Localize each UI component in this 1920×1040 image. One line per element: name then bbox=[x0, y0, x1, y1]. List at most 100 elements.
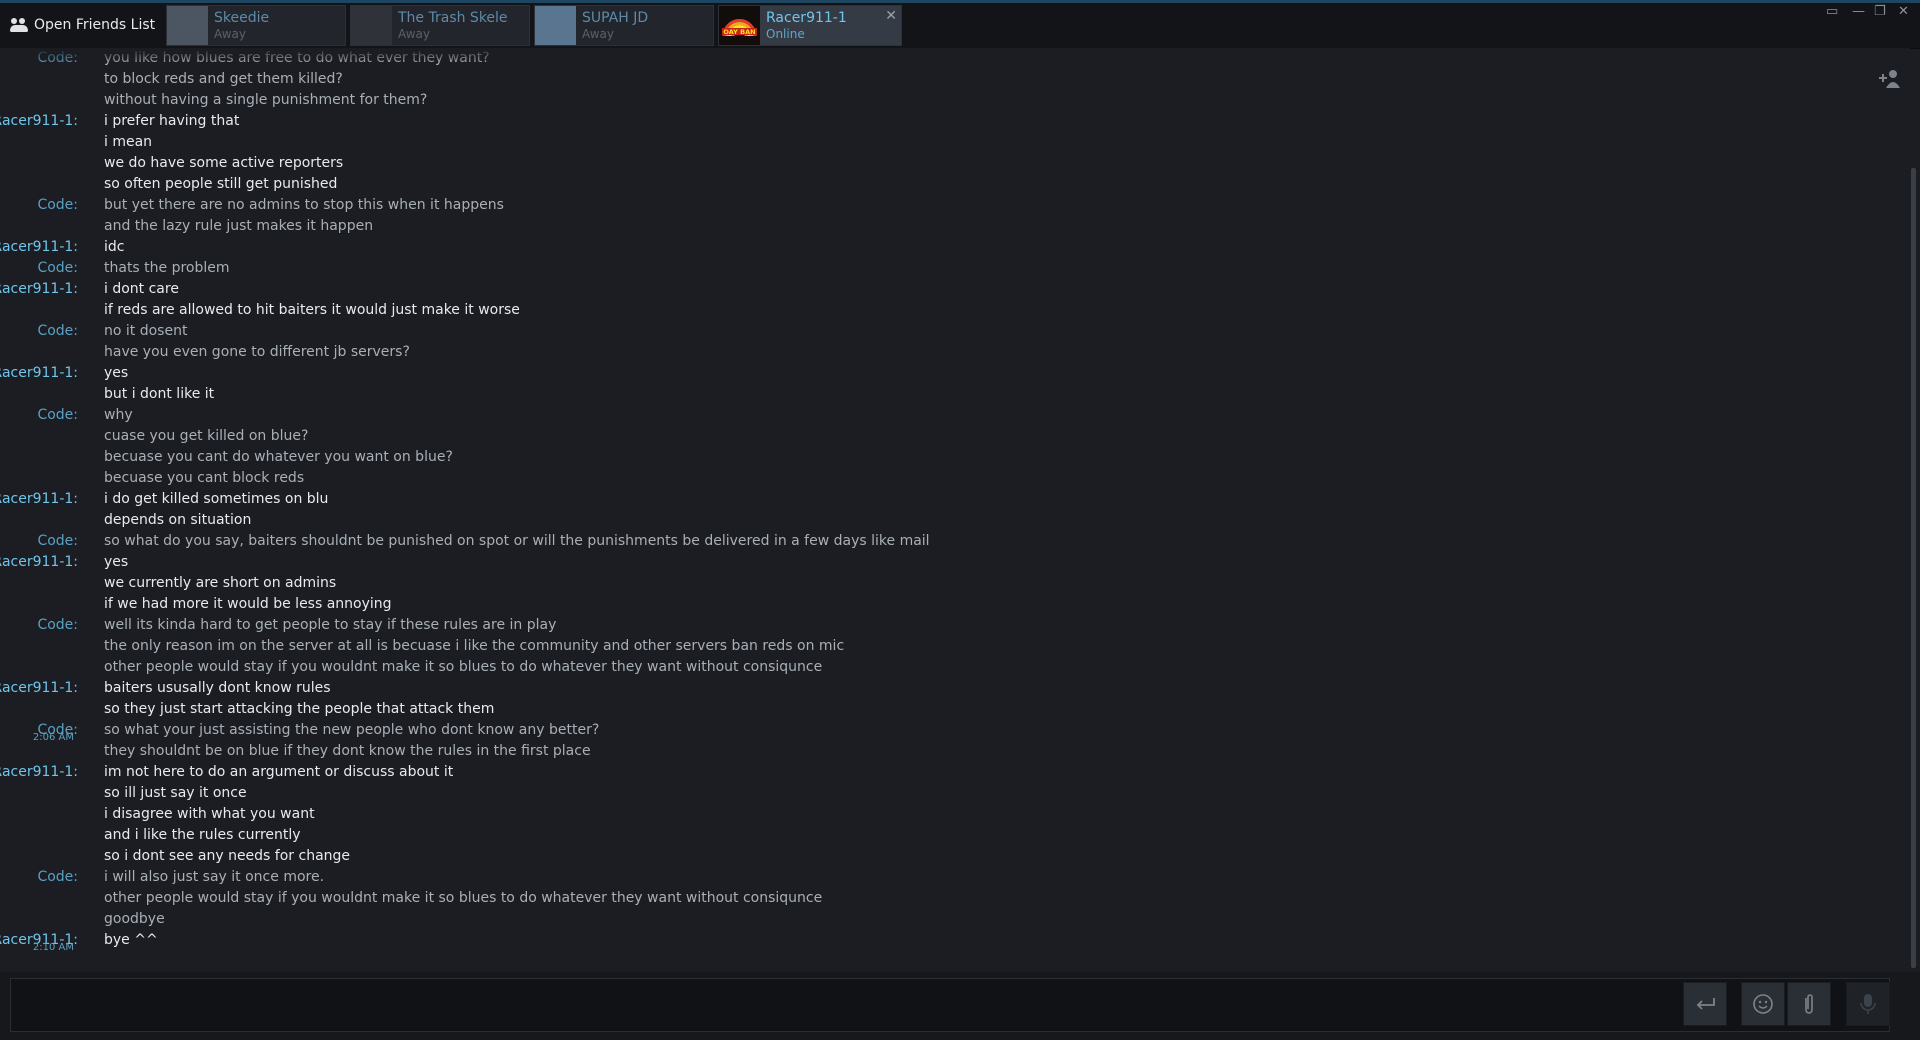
chat-message-row: so they just start attacking the people … bbox=[0, 699, 1900, 720]
tab-name: Racer911-1 bbox=[766, 10, 847, 26]
chat-message-row: Code: why bbox=[0, 405, 1900, 426]
message-text: goodbye bbox=[104, 911, 165, 927]
message-sender: Racer911-1: bbox=[0, 113, 78, 129]
avatar bbox=[167, 6, 208, 45]
paperclip-icon bbox=[1805, 994, 1813, 1014]
chat-message-row: becuase you cant do whatever you want on… bbox=[0, 447, 1900, 468]
chat-message-row: depends on situation bbox=[0, 510, 1900, 531]
message-text: i do get killed sometimes on blu bbox=[104, 491, 329, 507]
message-text: without having a single punishment for t… bbox=[104, 92, 428, 108]
chat-message-row: if reds are allowed to hit baiters it wo… bbox=[0, 300, 1900, 321]
rainbow-avatar-image: OAY BAN bbox=[722, 19, 757, 37]
chat-message-row: Code: but yet there are no admins to stop… bbox=[0, 195, 1900, 216]
tab-name: SUPAH JD bbox=[582, 10, 649, 26]
message-text: so ill just say it once bbox=[104, 785, 247, 801]
voice-button[interactable] bbox=[1846, 982, 1890, 1026]
message-text: and the lazy rule just makes it happen bbox=[104, 218, 374, 234]
message-text: becuase you cant do whatever you want on… bbox=[104, 449, 453, 465]
message-sender: Racer911-1: bbox=[0, 491, 78, 507]
chat-message-row: Code: so what do you say, baiters shouldn… bbox=[0, 531, 1900, 552]
message-text: so what do you say, baiters shouldnt be … bbox=[104, 533, 930, 549]
message-text: i mean bbox=[104, 134, 153, 150]
chat-tab-racer911[interactable]: OAY BAN Racer911-1 Online ✕ bbox=[718, 5, 902, 46]
message-text: but i dont like it bbox=[104, 386, 215, 402]
close-tab-icon[interactable]: ✕ bbox=[885, 8, 897, 24]
message-text: why bbox=[104, 407, 133, 423]
message-timestamp: 2:10 AM bbox=[32, 942, 74, 953]
tab-status: Away bbox=[214, 27, 246, 41]
chat-message-row: they shouldnt be on blue if they dont kn… bbox=[0, 741, 1900, 762]
close-window-icon[interactable]: ✕ bbox=[1898, 4, 1909, 19]
chat-message-row: other people would stay if you wouldnt m… bbox=[0, 888, 1900, 909]
message-text: we do have some active reporters bbox=[104, 155, 344, 171]
chat-message-row: i mean bbox=[0, 132, 1900, 153]
message-text: so what your just assisting the new peop… bbox=[104, 722, 600, 738]
chat-message-row: without having a single punishment for t… bbox=[0, 90, 1900, 111]
message-text: to block reds and get them killed? bbox=[104, 71, 343, 87]
attach-button[interactable] bbox=[1787, 982, 1831, 1026]
message-sender: Code: bbox=[37, 869, 78, 885]
chat-message-row: Code: i will also just say it once more. bbox=[0, 867, 1900, 888]
avatar bbox=[351, 6, 392, 45]
chat-message-row: Code: thats the problem bbox=[0, 258, 1900, 279]
message-text: but yet there are no admins to stop this… bbox=[104, 197, 504, 213]
message-text: i prefer having that bbox=[104, 113, 240, 129]
chat-tab-trash-skele[interactable]: The Trash Skele Away bbox=[350, 5, 530, 46]
message-text: i dont care bbox=[104, 281, 179, 297]
message-text: and i like the rules currently bbox=[104, 827, 301, 843]
minimize-icon[interactable]: — bbox=[1852, 4, 1865, 19]
chat-message-row: so often people still get punished bbox=[0, 174, 1900, 195]
message-text: we currently are short on admins bbox=[104, 575, 337, 591]
chat-message-row: have you even gone to different jb serve… bbox=[0, 342, 1900, 363]
message-sender: Code: bbox=[37, 407, 78, 423]
message-input[interactable] bbox=[10, 978, 1890, 1032]
chat-tab-skeedie[interactable]: Skeedie Away bbox=[166, 5, 346, 46]
message-text: other people would stay if you wouldnt m… bbox=[104, 659, 823, 675]
message-text: cuase you get killed on blue? bbox=[104, 428, 309, 444]
message-text: becuase you cant block reds bbox=[104, 470, 305, 486]
message-sender: Code: bbox=[37, 533, 78, 549]
chat-message-row: if we had more it would be less annoying bbox=[0, 594, 1900, 615]
window-mode-icon[interactable]: ▭ bbox=[1826, 4, 1838, 19]
title-bar: Open Friends List Skeedie Away The Trash… bbox=[0, 0, 1920, 49]
chat-message-row: Racer911-1: i do get killed sometimes on … bbox=[0, 489, 1900, 510]
emoji-button[interactable] bbox=[1741, 982, 1785, 1026]
add-friend-icon[interactable] bbox=[1878, 68, 1902, 90]
chat-message-row: to block reds and get them killed? bbox=[0, 69, 1900, 90]
message-text: baiters ususally dont know rules bbox=[104, 680, 331, 696]
tab-status: Away bbox=[398, 27, 430, 41]
message-sender: Code: bbox=[37, 617, 78, 633]
chat-message-row: but i dont like it bbox=[0, 384, 1900, 405]
message-text: i disagree with what you want bbox=[104, 806, 315, 822]
microphone-icon bbox=[1860, 994, 1876, 1014]
chat-message-row: Racer911-1: i prefer having that bbox=[0, 111, 1900, 132]
message-text: have you even gone to different jb serve… bbox=[104, 344, 410, 360]
message-sender: Code: bbox=[37, 260, 78, 276]
chat-scrollbar[interactable] bbox=[1911, 168, 1916, 968]
chat-message-row: becuase you cant block reds bbox=[0, 468, 1900, 489]
message-sender: Racer911-1: bbox=[0, 554, 78, 570]
message-sender: Racer911-1: bbox=[0, 239, 78, 255]
chat-message-row: Code: well its kinda hard to get people t… bbox=[0, 615, 1900, 636]
maximize-icon[interactable]: ❐ bbox=[1874, 4, 1886, 19]
chat-message-row: the only reason im on the server at all … bbox=[0, 636, 1900, 657]
open-friends-list-button[interactable]: Open Friends List bbox=[10, 10, 160, 40]
chat-message-row: we do have some active reporters bbox=[0, 153, 1900, 174]
message-text: idc bbox=[104, 239, 125, 255]
tab-name: Skeedie bbox=[214, 10, 270, 26]
message-text: the only reason im on the server at all … bbox=[104, 638, 845, 654]
chat-message-row: and the lazy rule just makes it happen bbox=[0, 216, 1900, 237]
message-text: so often people still get punished bbox=[104, 176, 338, 192]
message-sender: Code: bbox=[37, 197, 78, 213]
chat-message-row: Racer911-1: yes bbox=[0, 363, 1900, 384]
chat-tab-supah-jd[interactable]: SUPAH JD Away bbox=[534, 5, 714, 46]
chat-message-row: Racer911-1: baiters ususally dont know ru… bbox=[0, 678, 1900, 699]
chat-message-row: other people would stay if you wouldnt m… bbox=[0, 657, 1900, 678]
tab-status: Away bbox=[582, 27, 614, 41]
send-button[interactable] bbox=[1683, 982, 1727, 1026]
message-text: depends on situation bbox=[104, 512, 252, 528]
message-composer bbox=[0, 972, 1920, 1040]
chat-message-row: Racer911-1: i dont care bbox=[0, 279, 1900, 300]
message-text: thats the problem bbox=[104, 260, 230, 276]
chat-message-row: Code: so what your just assisting the new… bbox=[0, 720, 1900, 743]
